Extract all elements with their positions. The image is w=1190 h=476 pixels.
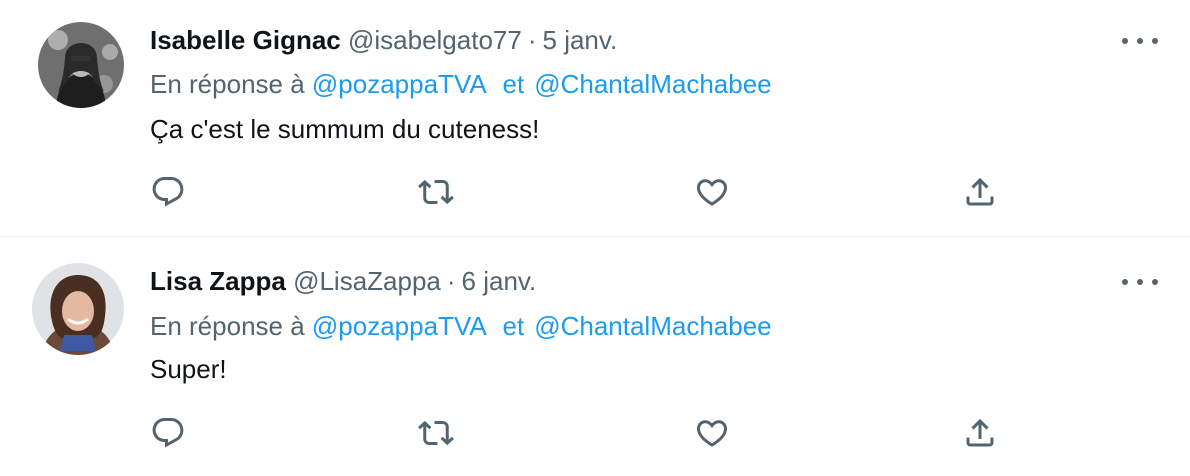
tweet-header: Lisa Zappa @LisaZappa · 6 janv. xyxy=(150,265,536,297)
share-button[interactable] xyxy=(962,415,998,451)
tweet[interactable]: Isabelle Gignac @isabelgato77 · 5 janv. En… xyxy=(0,0,1190,237)
author-name[interactable]: Isabelle Gignac xyxy=(150,25,341,55)
reply-joiner: et xyxy=(502,69,525,99)
retweet-icon xyxy=(418,179,454,205)
author-handle[interactable]: @LisaZappa xyxy=(293,266,441,296)
mention-link[interactable]: @ChantalMachabee xyxy=(534,311,771,341)
like-icon xyxy=(696,420,728,447)
share-button[interactable] xyxy=(962,174,998,210)
reply-context: En réponse à @pozappaTVA et @ChantalMacha… xyxy=(150,68,772,100)
reply-icon xyxy=(152,177,184,207)
author-handle[interactable]: @isabelgato77 xyxy=(348,25,522,55)
tweet-date[interactable]: 6 janv. xyxy=(462,266,537,296)
tweet[interactable]: Lisa Zappa @LisaZappa · 6 janv. En réponse… xyxy=(0,237,1190,476)
avatar-image xyxy=(32,263,124,355)
avatar[interactable] xyxy=(32,263,124,355)
tweet-text: Ça c'est le summum du cuteness! xyxy=(150,114,540,144)
mention-link[interactable]: @pozappaTVA xyxy=(312,69,485,99)
tweet-date[interactable]: 5 janv. xyxy=(543,25,618,55)
like-icon xyxy=(696,179,728,206)
author-name[interactable]: Lisa Zappa xyxy=(150,266,286,296)
avatar-image xyxy=(38,22,124,108)
reply-icon xyxy=(152,418,184,448)
mention-link[interactable]: @pozappaTVA xyxy=(312,311,485,341)
reply-joiner: et xyxy=(502,311,525,341)
reply-prefix: En réponse à xyxy=(150,69,305,99)
reply-context: En réponse à @pozappaTVA et @ChantalMacha… xyxy=(150,310,772,342)
avatar[interactable] xyxy=(38,22,124,108)
tweet-actions xyxy=(150,174,1010,210)
share-icon xyxy=(966,177,994,206)
like-button[interactable] xyxy=(694,174,730,210)
retweet-icon xyxy=(418,420,454,446)
more-icon[interactable] xyxy=(1122,31,1158,51)
share-icon xyxy=(966,418,994,447)
separator: · xyxy=(527,25,537,55)
mention-link[interactable]: @ChantalMachabee xyxy=(534,69,771,99)
separator: · xyxy=(446,266,456,296)
like-button[interactable] xyxy=(694,415,730,451)
tweet-text: Super! xyxy=(150,354,227,384)
retweet-button[interactable] xyxy=(418,415,454,451)
tweet-header: Isabelle Gignac @isabelgato77 · 5 janv. xyxy=(150,24,617,56)
reply-prefix: En réponse à xyxy=(150,311,305,341)
retweet-button[interactable] xyxy=(418,174,454,210)
reply-button[interactable] xyxy=(150,174,186,210)
tweet-actions xyxy=(150,415,1010,451)
reply-button[interactable] xyxy=(150,415,186,451)
more-icon[interactable] xyxy=(1122,272,1158,292)
